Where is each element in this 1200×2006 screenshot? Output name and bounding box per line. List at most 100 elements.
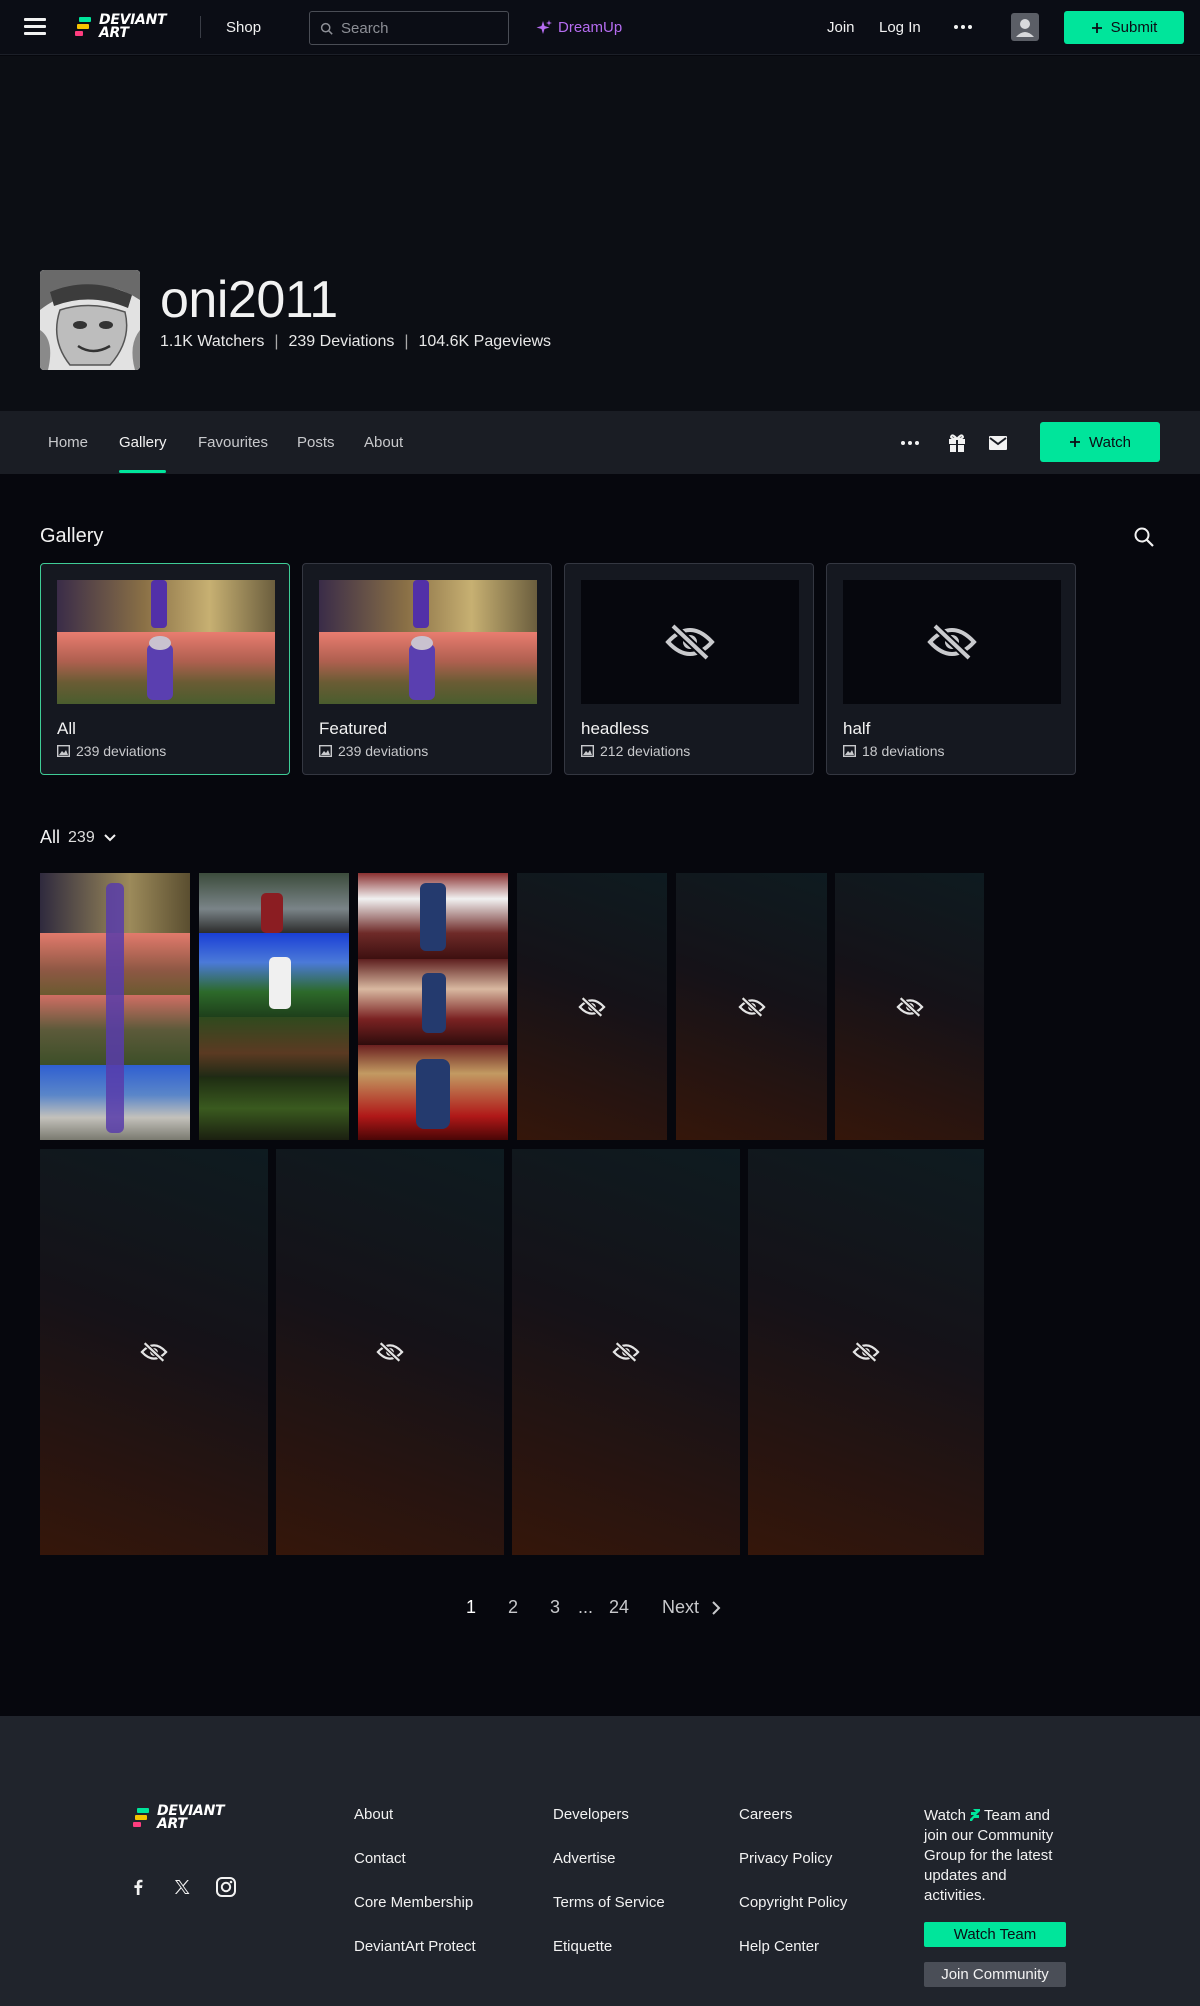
sparkle-icon bbox=[536, 19, 552, 34]
cta-watch-text: Watch bbox=[924, 1807, 966, 1824]
hidden-deviation-thumbnail[interactable] bbox=[517, 873, 667, 1140]
active-tab-indicator bbox=[119, 470, 166, 473]
login-link[interactable]: Log In bbox=[879, 19, 921, 36]
gallery-title: Gallery bbox=[40, 525, 104, 547]
mail-icon[interactable] bbox=[989, 436, 1007, 450]
image-icon bbox=[843, 745, 856, 757]
deviations-count: 239 Deviations bbox=[288, 333, 395, 350]
logo-mark-icon bbox=[133, 1807, 151, 1829]
search-icon[interactable] bbox=[1133, 526, 1155, 548]
logo-text-line2: ART bbox=[99, 25, 129, 41]
hidden-deviation-thumbnail[interactable] bbox=[276, 1149, 504, 1555]
instagram-icon[interactable] bbox=[215, 1876, 237, 1898]
hidden-deviation-thumbnail[interactable] bbox=[40, 1149, 268, 1555]
tab-about[interactable]: About bbox=[364, 434, 403, 451]
folder-name: headless bbox=[581, 719, 650, 738]
filter-count: 239 bbox=[68, 828, 95, 846]
footer-link-privacy-policy[interactable]: Privacy Policy bbox=[739, 1850, 832, 1867]
footer-link-contact[interactable]: Contact bbox=[354, 1850, 406, 1867]
footer-link-core-membership[interactable]: Core Membership bbox=[354, 1894, 473, 1911]
footer-link-careers[interactable]: Careers bbox=[739, 1806, 792, 1823]
next-label: Next bbox=[662, 1597, 700, 1617]
folder-thumbnail bbox=[319, 580, 537, 704]
submit-button[interactable]: Submit bbox=[1064, 11, 1184, 44]
deviantart-logo[interactable]: DEVIANT ART bbox=[75, 13, 167, 41]
filter-label: All bbox=[40, 827, 61, 847]
footer-logo[interactable]: DEVIANT ART bbox=[133, 1804, 225, 1831]
footer-link-advertise[interactable]: Advertise bbox=[553, 1850, 616, 1867]
tab-posts[interactable]: Posts bbox=[297, 434, 335, 451]
eye-off-icon bbox=[665, 623, 715, 661]
folder-name: Featured bbox=[319, 719, 388, 738]
more-icon[interactable] bbox=[954, 25, 972, 29]
deviantart-mark-icon bbox=[970, 1809, 981, 1821]
hidden-deviation-thumbnail[interactable] bbox=[835, 873, 984, 1140]
watch-team-button[interactable]: Watch Team bbox=[924, 1922, 1066, 1947]
hidden-deviation-thumbnail[interactable] bbox=[512, 1149, 740, 1555]
join-community-button[interactable]: Join Community bbox=[924, 1962, 1066, 1987]
eye-off-icon bbox=[895, 996, 924, 1017]
watchers-count[interactable]: 1.1K Watchers bbox=[160, 333, 264, 351]
deviation-thumbnail[interactable] bbox=[40, 873, 190, 1140]
folder-filter-dropdown[interactable]: All 239 bbox=[40, 827, 117, 848]
top-navigation-bar: DEVIANT ART Shop DreamUp Join Log In Sub… bbox=[0, 0, 1200, 55]
user-icon[interactable] bbox=[1011, 13, 1039, 41]
image-icon bbox=[581, 745, 594, 757]
folder-name: half bbox=[843, 719, 871, 738]
profile-header bbox=[0, 56, 1200, 411]
image-icon bbox=[319, 745, 332, 757]
page-3[interactable]: 3 bbox=[550, 1597, 560, 1618]
folder-card-all[interactable]: All 239 deviations bbox=[40, 563, 290, 775]
profile-stats: 1.1K Watchers | 239 Deviations | 104.6K … bbox=[160, 333, 551, 351]
footer-link-about[interactable]: About bbox=[354, 1806, 393, 1823]
facebook-icon[interactable] bbox=[127, 1876, 149, 1898]
footer-link-help-center[interactable]: Help Center bbox=[739, 1938, 819, 1955]
eye-off-icon bbox=[852, 1341, 880, 1363]
tab-favourites[interactable]: Favourites bbox=[198, 434, 268, 451]
menu-icon[interactable] bbox=[24, 18, 46, 36]
x-icon[interactable] bbox=[171, 1876, 193, 1898]
dreamup-link[interactable]: DreamUp bbox=[536, 19, 622, 36]
pageviews-count: 104.6K Pageviews bbox=[418, 333, 552, 350]
footer-link-etiquette[interactable]: Etiquette bbox=[553, 1938, 612, 1955]
folder-card-featured[interactable]: Featured 239 deviations bbox=[302, 563, 552, 775]
gift-icon[interactable] bbox=[948, 433, 966, 453]
next-page-button[interactable]: Next bbox=[662, 1597, 721, 1618]
folder-thumbnail bbox=[57, 580, 275, 704]
watch-label: Watch bbox=[1089, 433, 1131, 451]
deviation-thumbnail[interactable] bbox=[358, 873, 508, 1140]
footer-link-terms-of-service[interactable]: Terms of Service bbox=[553, 1894, 665, 1911]
join-link[interactable]: Join bbox=[827, 19, 855, 36]
profile-tabs: Home Gallery Favourites Posts About Watc… bbox=[0, 411, 1200, 474]
folder-card-headless[interactable]: headless 212 deviations bbox=[564, 563, 814, 775]
profile-avatar[interactable] bbox=[40, 270, 140, 370]
footer-link-developers[interactable]: Developers bbox=[553, 1806, 629, 1823]
page-1[interactable]: 1 bbox=[466, 1597, 476, 1618]
folder-count: 239 deviations bbox=[319, 743, 428, 759]
page-24[interactable]: 24 bbox=[609, 1597, 629, 1618]
footer-link-deviantart-protect[interactable]: DeviantArt Protect bbox=[354, 1938, 476, 1955]
search-input[interactable] bbox=[341, 19, 491, 37]
eye-off-icon bbox=[737, 996, 766, 1017]
folder-count-text: 18 deviations bbox=[862, 743, 945, 759]
tab-home[interactable]: Home bbox=[48, 434, 88, 451]
eye-off-icon bbox=[578, 996, 606, 1017]
chevron-down-icon bbox=[104, 833, 116, 841]
search-field[interactable] bbox=[309, 11, 509, 45]
image-icon bbox=[57, 745, 70, 757]
stat-separator: | bbox=[404, 333, 409, 350]
folder-thumbnail bbox=[581, 580, 799, 704]
more-icon[interactable] bbox=[901, 441, 919, 445]
page-2[interactable]: 2 bbox=[508, 1597, 518, 1618]
watch-button[interactable]: Watch bbox=[1040, 422, 1160, 462]
hidden-deviation-thumbnail[interactable] bbox=[676, 873, 827, 1140]
folder-count: 18 deviations bbox=[843, 743, 945, 759]
plus-icon bbox=[1070, 437, 1081, 447]
hidden-deviation-thumbnail[interactable] bbox=[748, 1149, 984, 1555]
folder-card-half[interactable]: half 18 deviations bbox=[826, 563, 1076, 775]
divider bbox=[200, 16, 201, 38]
tab-gallery[interactable]: Gallery bbox=[119, 434, 167, 451]
deviation-thumbnail[interactable] bbox=[199, 873, 349, 1140]
shop-link[interactable]: Shop bbox=[226, 19, 261, 36]
footer-link-copyright-policy[interactable]: Copyright Policy bbox=[739, 1894, 847, 1911]
